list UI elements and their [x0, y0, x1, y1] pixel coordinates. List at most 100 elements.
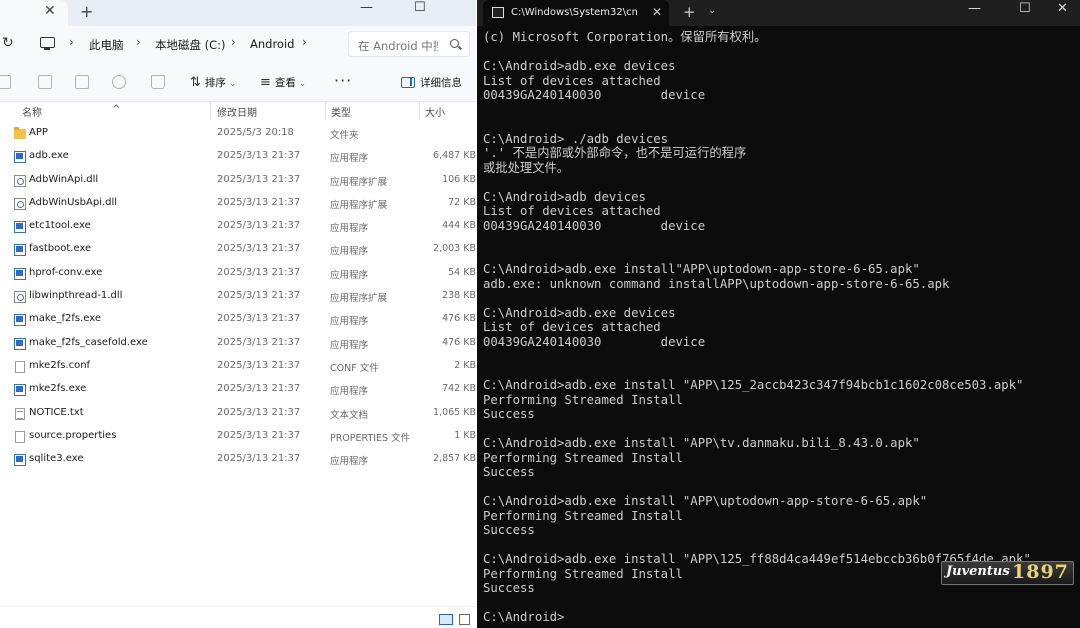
new-tab-button[interactable]: + — [683, 3, 696, 21]
exe-file-icon — [14, 267, 26, 280]
file-row[interactable]: NOTICE.txt 2025/3/13 21:37 文本文档 1,065 KB — [0, 403, 476, 426]
file-row[interactable]: AdbWinApi.dll 2025/3/13 21:37 应用程序扩展 106 KB — [0, 170, 476, 193]
file-size: 1 KB — [454, 429, 476, 441]
file-row[interactable]: mke2fs.exe 2025/3/13 21:37 应用程序 742 KB — [0, 379, 476, 402]
file-size: 476 KB — [442, 313, 476, 325]
doc-file-icon — [15, 360, 25, 373]
maximize-icon[interactable]: ☐ — [1019, 1, 1031, 16]
column-size[interactable]: 大小 — [425, 104, 445, 119]
share-icon[interactable] — [112, 75, 126, 89]
search-input[interactable]: 在 Android 中搜索 — [348, 31, 470, 57]
console-line: C:\Android>adb devices — [483, 189, 646, 204]
console-line: C:\Android>adb.exe devices — [483, 305, 676, 320]
minimize-icon[interactable]: — — [968, 1, 981, 16]
view-button[interactable]: ≡ 查看 ⌄ — [260, 75, 306, 90]
details-pane-button[interactable]: 详细信息 — [401, 75, 462, 90]
file-row[interactable]: mke2fs.conf 2025/3/13 21:37 CONF 文件 2 KB — [0, 356, 476, 379]
console-line: (c) Microsoft Corporation。保留所有权利。 — [483, 30, 767, 44]
chevron-right-icon[interactable]: › — [231, 35, 236, 49]
file-row[interactable]: hprof-conv.exe 2025/3/13 21:37 应用程序 54 KB — [0, 263, 476, 286]
exe-file-icon — [14, 314, 26, 327]
file-date: 2025/3/13 21:37 — [217, 290, 301, 302]
sort-icon: ⇅ — [190, 75, 201, 90]
column-type[interactable]: 类型 — [331, 104, 351, 119]
chevron-down-icon[interactable]: ⌄ — [708, 5, 716, 16]
file-date: 2025/3/13 21:37 — [217, 173, 301, 185]
breadcrumb-this-pc[interactable]: 此电脑 — [89, 37, 124, 53]
column-divider[interactable] — [210, 102, 211, 120]
status-bar — [0, 606, 476, 628]
file-row[interactable]: make_f2fs.exe 2025/3/13 21:37 应用程序 476 KB — [0, 309, 476, 332]
file-date: 2025/3/13 21:37 — [217, 453, 301, 465]
maximize-icon[interactable]: ☐ — [414, 0, 426, 15]
console-output[interactable]: (c) Microsoft Corporation。保留所有权利。 C:\Andr… — [483, 30, 1080, 625]
details-view-icon[interactable] — [439, 614, 453, 625]
copy-icon[interactable] — [0, 75, 11, 89]
close-tab-icon[interactable]: ✕ — [652, 5, 662, 19]
tiles-view-icon[interactable] — [459, 614, 470, 625]
search-icon[interactable] — [450, 39, 459, 48]
chevron-down-icon: ⌄ — [299, 79, 306, 88]
file-name: AdbWinApi.dll — [29, 173, 99, 185]
file-name: sqlite3.exe — [29, 453, 84, 465]
more-options-button[interactable]: ··· — [334, 71, 352, 90]
command-bar: ⇅ 排序 ⌄ ≡ 查看 ⌄ ··· 详细信息 — [0, 62, 476, 102]
console-line: C:\Android> — [483, 610, 565, 624]
column-divider[interactable] — [419, 102, 420, 120]
file-name: APP — [29, 127, 48, 138]
file-row[interactable]: fastboot.exe 2025/3/13 21:37 应用程序 2,003 KB — [0, 239, 476, 262]
file-date: 2025/3/13 21:37 — [217, 429, 301, 441]
file-date: 2025/3/13 21:37 — [217, 196, 301, 208]
refresh-icon[interactable]: ↻ — [2, 35, 14, 51]
column-name[interactable]: 名称 — [22, 104, 42, 119]
file-name: adb.exe — [29, 150, 69, 162]
chevron-right-icon[interactable]: › — [69, 35, 74, 49]
computer-icon[interactable] — [40, 37, 55, 50]
file-row[interactable]: etc1tool.exe 2025/3/13 21:37 应用程序 444 KB — [0, 216, 476, 239]
minimize-icon[interactable]: — — [360, 0, 373, 15]
file-name: make_f2fs.exe — [29, 313, 101, 325]
file-row[interactable]: make_f2fs_casefold.exe 2025/3/13 21:37 应用程… — [0, 333, 476, 356]
column-date[interactable]: 修改日期 — [217, 104, 257, 119]
explorer-tab[interactable]: ✕ — [0, 0, 68, 26]
file-row[interactable]: AdbWinUsbApi.dll 2025/3/13 21:37 应用程序扩展 72 … — [0, 193, 476, 216]
rename-icon[interactable] — [75, 75, 89, 89]
chevron-right-icon[interactable]: › — [302, 35, 307, 49]
file-date: 2025/3/13 21:37 — [217, 406, 301, 418]
file-type: PROPERTIES 文件 — [330, 432, 411, 444]
new-tab-button[interactable]: + — [80, 2, 93, 21]
file-row[interactable]: APP 2025/5/3 20:18 文件夹 — [0, 123, 476, 146]
file-row[interactable]: libwinpthread-1.dll 2025/3/13 21:37 应用程序扩展… — [0, 286, 476, 309]
file-row[interactable]: source.properties 2025/3/13 21:37 PROPERTI… — [0, 426, 476, 449]
breadcrumb-android[interactable]: Android — [250, 37, 294, 51]
column-divider[interactable] — [325, 102, 326, 120]
file-size: 742 KB — [442, 383, 476, 395]
console-line: Success — [483, 407, 535, 421]
console-line: C:\Android>adb.exe install"APP\uptodown-… — [483, 262, 920, 276]
file-name: mke2fs.exe — [29, 383, 87, 395]
terminal-tab-title: C:\Windows\System32\cmd.exe — [511, 7, 637, 18]
file-name: NOTICE.txt — [29, 406, 84, 418]
sort-button[interactable]: ⇅ 排序 ⌄ — [190, 75, 236, 90]
breadcrumb-local-disk[interactable]: 本地磁盘 (C:) — [155, 37, 226, 53]
delete-icon[interactable] — [151, 75, 165, 89]
close-window-icon[interactable]: ✕ — [1057, 1, 1068, 16]
file-name: hprof-conv.exe — [29, 266, 103, 278]
console-line: 00439GA240140030 device — [483, 334, 706, 349]
paste-icon[interactable] — [38, 75, 52, 89]
file-date: 2025/3/13 21:37 — [217, 243, 301, 255]
terminal-tab[interactable]: C:\Windows\System32\cmd.exe ✕ — [483, 0, 669, 26]
file-date: 2025/3/13 21:37 — [217, 336, 301, 348]
file-row[interactable]: adb.exe 2025/3/13 21:37 应用程序 6,487 KB — [0, 146, 476, 169]
terminal-window: C:\Windows\System32\cmd.exe ✕ + ⌄ — ☐ ✕ … — [477, 0, 1080, 628]
file-row[interactable]: sqlite3.exe 2025/3/13 21:37 应用程序 2,857 KB — [0, 449, 476, 472]
chevron-right-icon[interactable]: › — [136, 35, 141, 49]
close-tab-icon[interactable]: ✕ — [44, 3, 56, 19]
file-type: 应用程序扩展 — [330, 176, 388, 188]
exe-file-icon — [14, 221, 26, 234]
console-line: 或批处理文件。 — [483, 160, 570, 175]
console-line: Success — [483, 523, 535, 537]
file-name: source.properties — [29, 429, 117, 441]
